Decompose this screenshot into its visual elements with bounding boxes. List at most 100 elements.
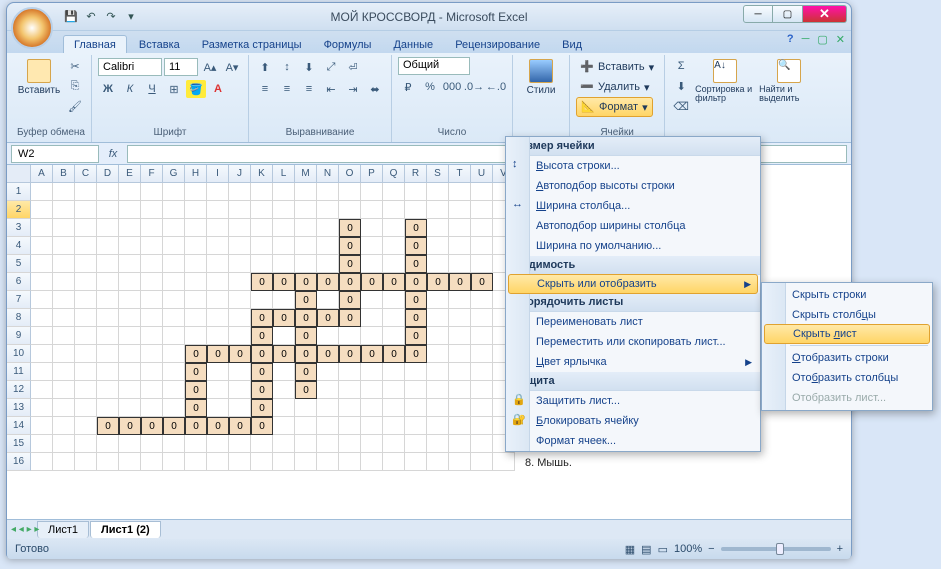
cell[interactable] [31, 183, 53, 201]
cell[interactable] [449, 327, 471, 345]
cell[interactable] [53, 417, 75, 435]
cell[interactable]: 0 [295, 327, 317, 345]
row-header[interactable]: 8 [7, 309, 31, 327]
cell[interactable]: 0 [339, 255, 361, 273]
cell[interactable] [119, 255, 141, 273]
cell[interactable] [361, 417, 383, 435]
column-header[interactable]: S [427, 165, 449, 183]
increase-indent-icon[interactable]: ⇥ [343, 80, 363, 98]
column-header[interactable]: A [31, 165, 53, 183]
number-format-select[interactable]: Общий [398, 57, 470, 75]
cell[interactable] [141, 345, 163, 363]
cell[interactable] [339, 399, 361, 417]
cell[interactable] [361, 255, 383, 273]
cell[interactable] [53, 219, 75, 237]
autosum-icon[interactable]: Σ [671, 57, 691, 75]
cell[interactable] [207, 435, 229, 453]
cell[interactable]: 0 [97, 417, 119, 435]
menu-format-cells[interactable]: Формат ячеек... [506, 431, 760, 451]
cell[interactable] [383, 399, 405, 417]
cell[interactable]: 0 [339, 237, 361, 255]
column-header[interactable]: T [449, 165, 471, 183]
cell[interactable]: 0 [361, 273, 383, 291]
menu-autofit-col[interactable]: Автоподбор ширины столбца [506, 216, 760, 236]
cell[interactable] [449, 399, 471, 417]
cell[interactable] [185, 453, 207, 471]
row-header[interactable]: 9 [7, 327, 31, 345]
cell[interactable] [53, 309, 75, 327]
cell[interactable]: 0 [295, 273, 317, 291]
cell[interactable] [119, 237, 141, 255]
cell[interactable] [449, 345, 471, 363]
border-icon[interactable]: ⊞ [164, 80, 184, 98]
row-header[interactable]: 2 [7, 201, 31, 219]
cell[interactable] [31, 435, 53, 453]
cell[interactable] [119, 363, 141, 381]
format-painter-icon[interactable]: 🖌 [65, 97, 85, 115]
column-header[interactable]: O [339, 165, 361, 183]
cell[interactable]: 0 [339, 273, 361, 291]
cell[interactable] [229, 201, 251, 219]
submenu-hide-rows[interactable]: Скрыть строки [762, 285, 932, 305]
cell[interactable] [53, 201, 75, 219]
percent-icon[interactable]: % [420, 78, 440, 96]
cell[interactable] [207, 219, 229, 237]
submenu-show-cols[interactable]: Отобразить столбцы [762, 368, 932, 388]
redo-icon[interactable]: ↷ [103, 9, 119, 25]
cell[interactable] [185, 435, 207, 453]
cell[interactable]: 0 [449, 273, 471, 291]
cell[interactable] [75, 219, 97, 237]
cell[interactable] [185, 291, 207, 309]
cut-icon[interactable]: ✂ [65, 57, 85, 75]
cell[interactable] [471, 309, 493, 327]
cell[interactable] [75, 345, 97, 363]
cell[interactable] [471, 417, 493, 435]
column-header[interactable]: N [317, 165, 339, 183]
cell[interactable] [405, 399, 427, 417]
cell[interactable] [119, 291, 141, 309]
submenu-hide-sheet[interactable]: Скрыть лист [764, 324, 930, 344]
zoom-in-icon[interactable]: + [837, 543, 843, 555]
cell[interactable] [295, 183, 317, 201]
row-header[interactable]: 12 [7, 381, 31, 399]
row-header[interactable]: 4 [7, 237, 31, 255]
cell[interactable] [317, 219, 339, 237]
cell[interactable] [31, 255, 53, 273]
bold-icon[interactable]: Ж [98, 80, 118, 98]
cell[interactable]: 0 [229, 345, 251, 363]
cell[interactable] [361, 291, 383, 309]
cell[interactable] [31, 291, 53, 309]
cell[interactable] [449, 201, 471, 219]
row-header[interactable]: 14 [7, 417, 31, 435]
grid[interactable]: ABCDEFGHIJKLMNOPQRSTUV 12300400500600000… [7, 165, 515, 471]
name-box[interactable]: W2 [11, 145, 99, 163]
cell[interactable] [163, 183, 185, 201]
cell[interactable]: 0 [317, 309, 339, 327]
mdi-restore-icon[interactable]: ▢ [817, 33, 827, 46]
cell[interactable] [229, 237, 251, 255]
cell[interactable] [75, 183, 97, 201]
fill-color-icon[interactable]: 🪣 [186, 80, 206, 98]
cell[interactable] [317, 237, 339, 255]
qat-dropdown-icon[interactable]: ▾ [123, 9, 139, 25]
help-icon[interactable]: ? [787, 33, 794, 46]
cell[interactable] [141, 183, 163, 201]
cell[interactable] [75, 273, 97, 291]
cell[interactable] [273, 201, 295, 219]
cell[interactable]: 0 [405, 237, 427, 255]
cell[interactable] [185, 219, 207, 237]
cell[interactable]: 0 [339, 345, 361, 363]
cell[interactable] [119, 345, 141, 363]
cell[interactable]: 0 [251, 417, 273, 435]
cell[interactable] [97, 381, 119, 399]
cell[interactable] [75, 417, 97, 435]
clear-icon[interactable]: ⌫ [671, 97, 691, 115]
cell[interactable] [207, 291, 229, 309]
align-right-icon[interactable]: ≡ [299, 80, 319, 98]
row-header[interactable]: 5 [7, 255, 31, 273]
cell[interactable] [295, 219, 317, 237]
font-color-icon[interactable]: A [208, 80, 228, 98]
cell[interactable] [53, 183, 75, 201]
cell[interactable] [97, 255, 119, 273]
cell[interactable]: 0 [273, 273, 295, 291]
